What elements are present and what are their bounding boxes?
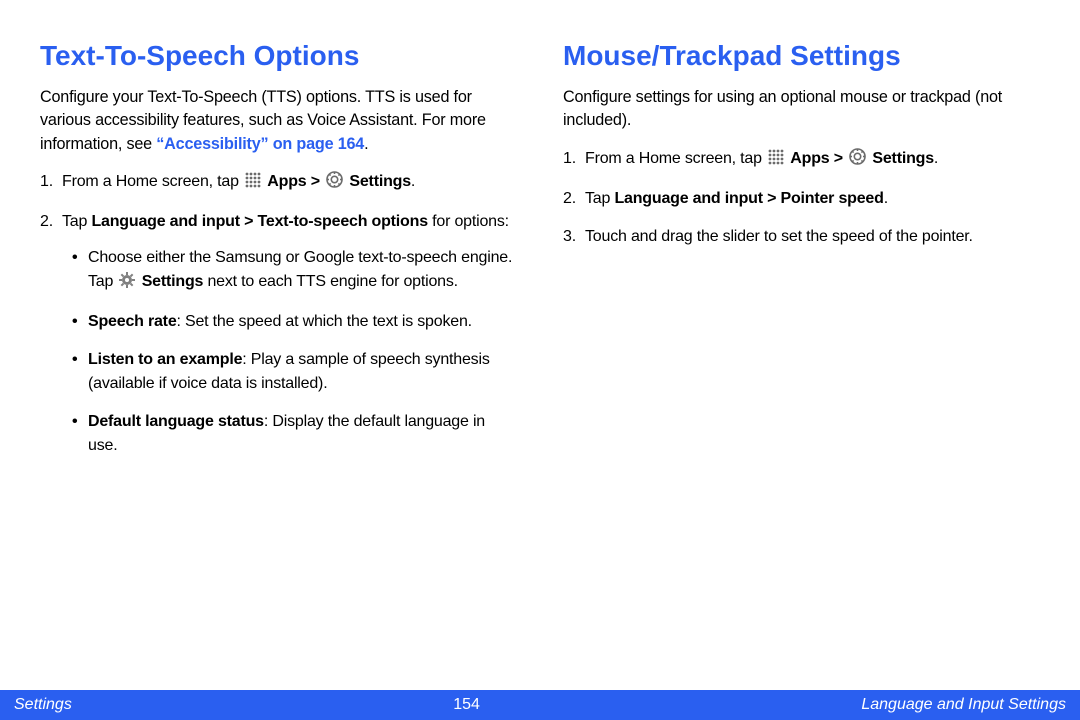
bullet2-text: : Set the speed at which the text is spo… [177,313,472,330]
mouse-step-3: Touch and drag the slider to set the spe… [563,225,1040,249]
bullet1-b: next to each TTS engine for options. [203,273,458,290]
settings-label: Settings [349,173,411,190]
settings-gear-icon [849,148,866,173]
apps-label: Apps > [267,173,324,190]
mouse-step-1: From a Home screen, tap Apps > Settings. [563,147,1040,173]
tts-intro-post: . [364,135,368,153]
footer-page-number: 154 [453,696,480,714]
left-column: Text-To-Speech Options Configure your Te… [40,40,517,670]
settings-gear-icon [326,171,343,196]
tts-bullets: Choose either the Samsung or Google text… [62,246,517,458]
bullet2-label: Speech rate [88,313,177,330]
step1-post: . [411,173,415,190]
tts-step-1: From a Home screen, tap Apps > Settings. [40,170,517,196]
step2-pre: Tap [62,213,91,230]
page-content: Text-To-Speech Options Configure your Te… [0,0,1080,690]
bullet-default-lang: Default language status: Display the def… [72,410,517,458]
tts-step-2: Tap Language and input > Text-to-speech … [40,210,517,458]
step1-pre: From a Home screen, tap [62,173,243,190]
m-step2-post: . [884,190,888,207]
page-footer: Settings 154 Language and Input Settings [0,690,1080,720]
m-step2-bold: Language and input > Pointer speed [614,190,883,207]
m-step1-post: . [934,150,938,167]
gear-icon [119,272,135,296]
tts-intro: Configure your Text-To-Speech (TTS) opti… [40,86,517,156]
step2-bold: Language and input > Text-to-speech opti… [91,213,427,230]
accessibility-link[interactable]: “Accessibility” on page 164 [156,135,364,153]
tts-heading: Text-To-Speech Options [40,40,517,72]
mouse-intro: Configure settings for using an optional… [563,86,1040,133]
apps-grid-icon [768,149,784,173]
mouse-steps: From a Home screen, tap Apps > Settings.… [563,147,1040,249]
mouse-step-2: Tap Language and input > Pointer speed. [563,187,1040,211]
bullet-engine: Choose either the Samsung or Google text… [72,246,517,296]
bullet1-settings: Settings [142,273,204,290]
m-step1-pre: From a Home screen, tap [585,150,766,167]
mouse-heading: Mouse/Trackpad Settings [563,40,1040,72]
bullet-speech-rate: Speech rate: Set the speed at which the … [72,310,517,334]
apps-grid-icon [245,172,261,196]
footer-right: Language and Input Settings [861,696,1066,714]
right-column: Mouse/Trackpad Settings Configure settin… [563,40,1040,670]
bullet4-label: Default language status [88,413,264,430]
m-apps-label: Apps > [790,150,847,167]
tts-steps: From a Home screen, tap Apps > Settings.… [40,170,517,458]
m-settings-label: Settings [872,150,934,167]
bullet-listen-example: Listen to an example: Play a sample of s… [72,348,517,396]
footer-left: Settings [14,696,72,714]
step2-mid: for options: [428,213,509,230]
m-step2-pre: Tap [585,190,614,207]
bullet3-label: Listen to an example [88,351,242,368]
